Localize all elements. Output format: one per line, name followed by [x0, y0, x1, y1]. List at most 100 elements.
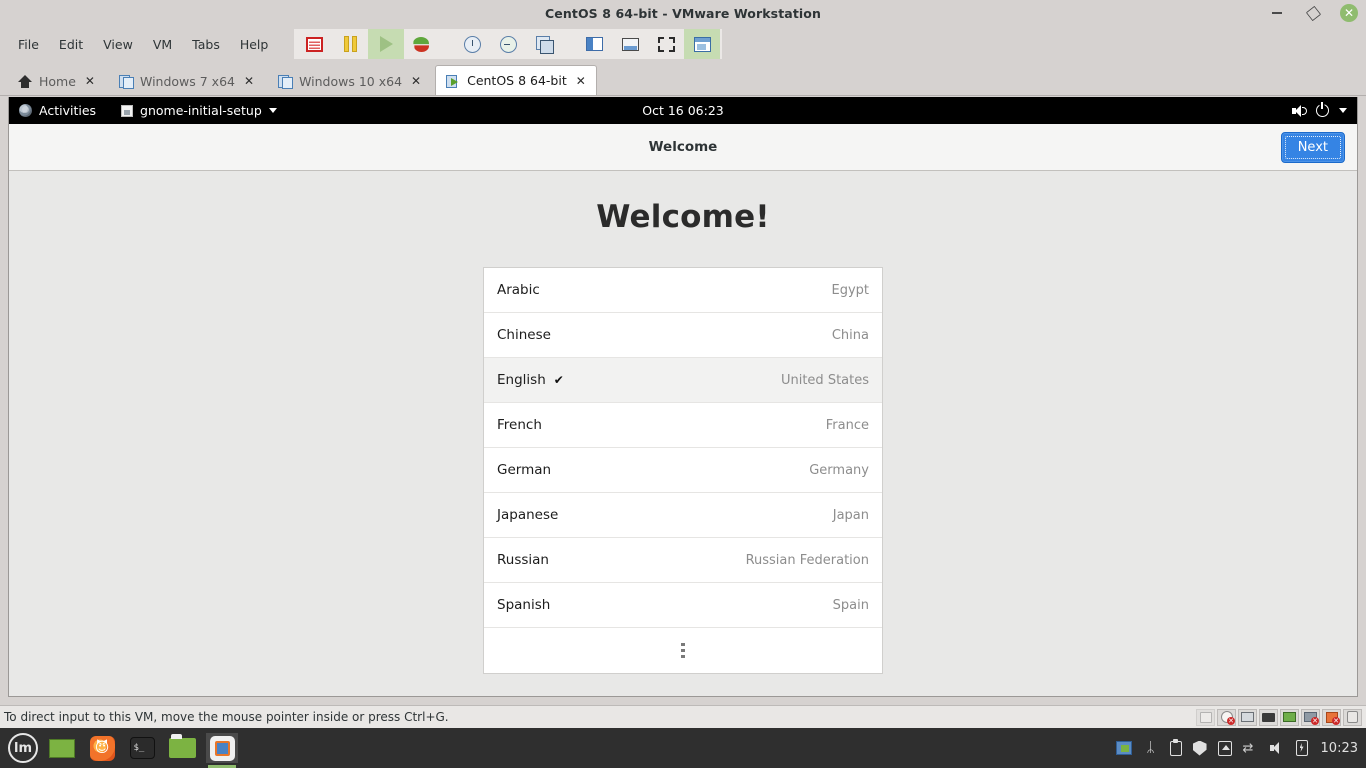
mint-menu-button[interactable]: lm — [8, 733, 38, 763]
close-button[interactable]: ✕ — [1338, 2, 1360, 24]
list-item[interactable]: Arabic Egypt — [484, 268, 882, 313]
sound-card-icon[interactable] — [1280, 708, 1299, 726]
revert-snapshot-button[interactable] — [490, 29, 526, 59]
language-list[interactable]: Arabic Egypt Chinese China English ✔ Uni… — [483, 267, 883, 674]
vm-display[interactable]: Activities gnome-initial-setup Oct 16 06… — [8, 97, 1358, 697]
list-item-selected[interactable]: English ✔ United States — [484, 358, 882, 403]
language-region: Spain — [832, 597, 869, 613]
language-name: Russian — [497, 552, 549, 568]
show-desktop-icon — [49, 738, 75, 758]
system-tray: ᛦ ⇄ 10:23 — [1115, 738, 1358, 756]
suspend-button[interactable] — [332, 29, 368, 59]
device-status-icons: ✕ ✕ ✕ — [1196, 708, 1362, 726]
restore-icon[interactable] — [1302, 2, 1324, 24]
language-name: Spanish — [497, 597, 551, 613]
snapshot-manager-button[interactable] — [454, 29, 490, 59]
usb-controller-icon[interactable]: ✕ — [1301, 708, 1320, 726]
firefox-button[interactable]: 😈 — [86, 733, 118, 763]
language-region: Egypt — [831, 282, 869, 298]
camera-icon[interactable] — [1343, 708, 1362, 726]
power-on-button[interactable] — [368, 29, 405, 59]
terminal-icon: $_ — [129, 737, 155, 759]
chevron-down-icon — [268, 108, 277, 113]
list-item[interactable]: Spanish Spain — [484, 583, 882, 628]
menu-items: File Edit View VM Tabs Help — [0, 33, 278, 56]
status-bar: To direct input to this VM, move the mou… — [0, 705, 1366, 728]
files-icon — [168, 734, 196, 758]
app-menu-button[interactable]: gnome-initial-setup — [121, 103, 277, 118]
fullscreen-button[interactable] — [648, 29, 684, 59]
power-on-icon — [379, 36, 393, 52]
window-controls: ✕ — [1266, 0, 1360, 26]
app-icon — [121, 104, 134, 117]
list-item[interactable]: French France — [484, 403, 882, 448]
network-disconnected-icon[interactable]: ⇄ — [1243, 741, 1259, 756]
bluetooth-icon[interactable]: ᛦ — [1143, 740, 1159, 756]
vmware-workstation-button[interactable] — [206, 733, 238, 768]
list-item[interactable]: Russian Russian Federation — [484, 538, 882, 583]
network-adapter-icon[interactable] — [1238, 708, 1257, 726]
unity-mode-button[interactable] — [684, 29, 721, 59]
language-region: China — [831, 327, 869, 343]
list-item[interactable]: Japanese Japan — [484, 493, 882, 538]
tab-close-icon[interactable]: ✕ — [85, 74, 95, 88]
console-view-button[interactable] — [612, 29, 648, 59]
update-shield-icon[interactable] — [1192, 740, 1207, 756]
taskbar-apps: lm 😈 $_ — [0, 733, 238, 768]
manage-snapshots-button[interactable] — [526, 29, 562, 59]
clipboard-icon[interactable] — [1169, 738, 1182, 756]
menu-help[interactable]: Help — [230, 33, 279, 56]
tab-windows-7-x64[interactable]: Windows 7 x64 ✕ — [109, 67, 264, 95]
menu-edit[interactable]: Edit — [49, 33, 93, 56]
vm-running-icon — [446, 74, 460, 88]
files-button[interactable] — [166, 733, 198, 763]
tab-home[interactable]: Home ✕ — [8, 67, 105, 95]
terminal-button[interactable]: $_ — [126, 733, 158, 763]
tab-close-icon[interactable]: ✕ — [576, 74, 586, 88]
toolbar-separator-2 — [562, 29, 576, 59]
tab-centos-8-64-bit[interactable]: CentOS 8 64-bit ✕ — [435, 65, 597, 95]
language-region: France — [825, 417, 869, 433]
manage-snapshots-icon — [535, 35, 554, 54]
more-languages-button[interactable] — [484, 628, 882, 673]
vm-icon — [278, 74, 294, 89]
tab-close-icon[interactable]: ✕ — [244, 74, 254, 88]
snapshot-icon — [305, 36, 323, 52]
menu-view[interactable]: View — [93, 33, 143, 56]
floppy-icon[interactable]: ✕ — [1322, 708, 1341, 726]
fullscreen-icon — [657, 36, 675, 52]
menu-vm[interactable]: VM — [143, 33, 182, 56]
list-item[interactable]: Chinese China — [484, 313, 882, 358]
menu-tabs[interactable]: Tabs — [182, 33, 230, 56]
list-item[interactable]: German Germany — [484, 448, 882, 493]
show-sidebar-button[interactable] — [576, 29, 612, 59]
show-desktop-button[interactable] — [46, 733, 78, 763]
gnome-top-bar: Activities gnome-initial-setup Oct 16 06… — [9, 97, 1357, 124]
language-name: English — [497, 372, 546, 388]
status-message: To direct input to this VM, move the mou… — [4, 710, 449, 724]
tab-close-icon[interactable]: ✕ — [411, 74, 421, 88]
home-icon — [18, 74, 32, 88]
tab-windows-10-x64[interactable]: Windows 10 x64 ✕ — [268, 67, 431, 95]
volume-icon[interactable] — [1269, 741, 1285, 755]
activities-button[interactable]: Activities — [19, 103, 96, 118]
taskbar-clock[interactable]: 10:23 — [1321, 741, 1358, 756]
minimize-icon[interactable] — [1266, 2, 1288, 24]
snapshot-manager-icon — [463, 35, 481, 53]
vmware-tray-icon[interactable] — [1115, 741, 1132, 755]
hard-disk-icon[interactable] — [1196, 708, 1215, 726]
revert-snapshot-icon — [499, 35, 517, 53]
language-region: Russian Federation — [745, 552, 869, 568]
next-button[interactable]: Next — [1280, 132, 1345, 163]
snapshot-button[interactable] — [296, 29, 332, 59]
eject-icon[interactable] — [1217, 740, 1232, 756]
page-title: Welcome — [648, 139, 718, 155]
printer-icon[interactable] — [1259, 708, 1278, 726]
title-bar: CentOS 8 64-bit - VMware Workstation ✕ — [0, 0, 1366, 26]
menu-file[interactable]: File — [8, 33, 49, 56]
more-languages-icon — [681, 643, 685, 658]
gnome-status-area[interactable] — [1292, 102, 1347, 117]
cd-dvd-icon[interactable]: ✕ — [1217, 708, 1236, 726]
battery-icon[interactable] — [1295, 740, 1308, 756]
reset-button[interactable] — [404, 29, 440, 59]
